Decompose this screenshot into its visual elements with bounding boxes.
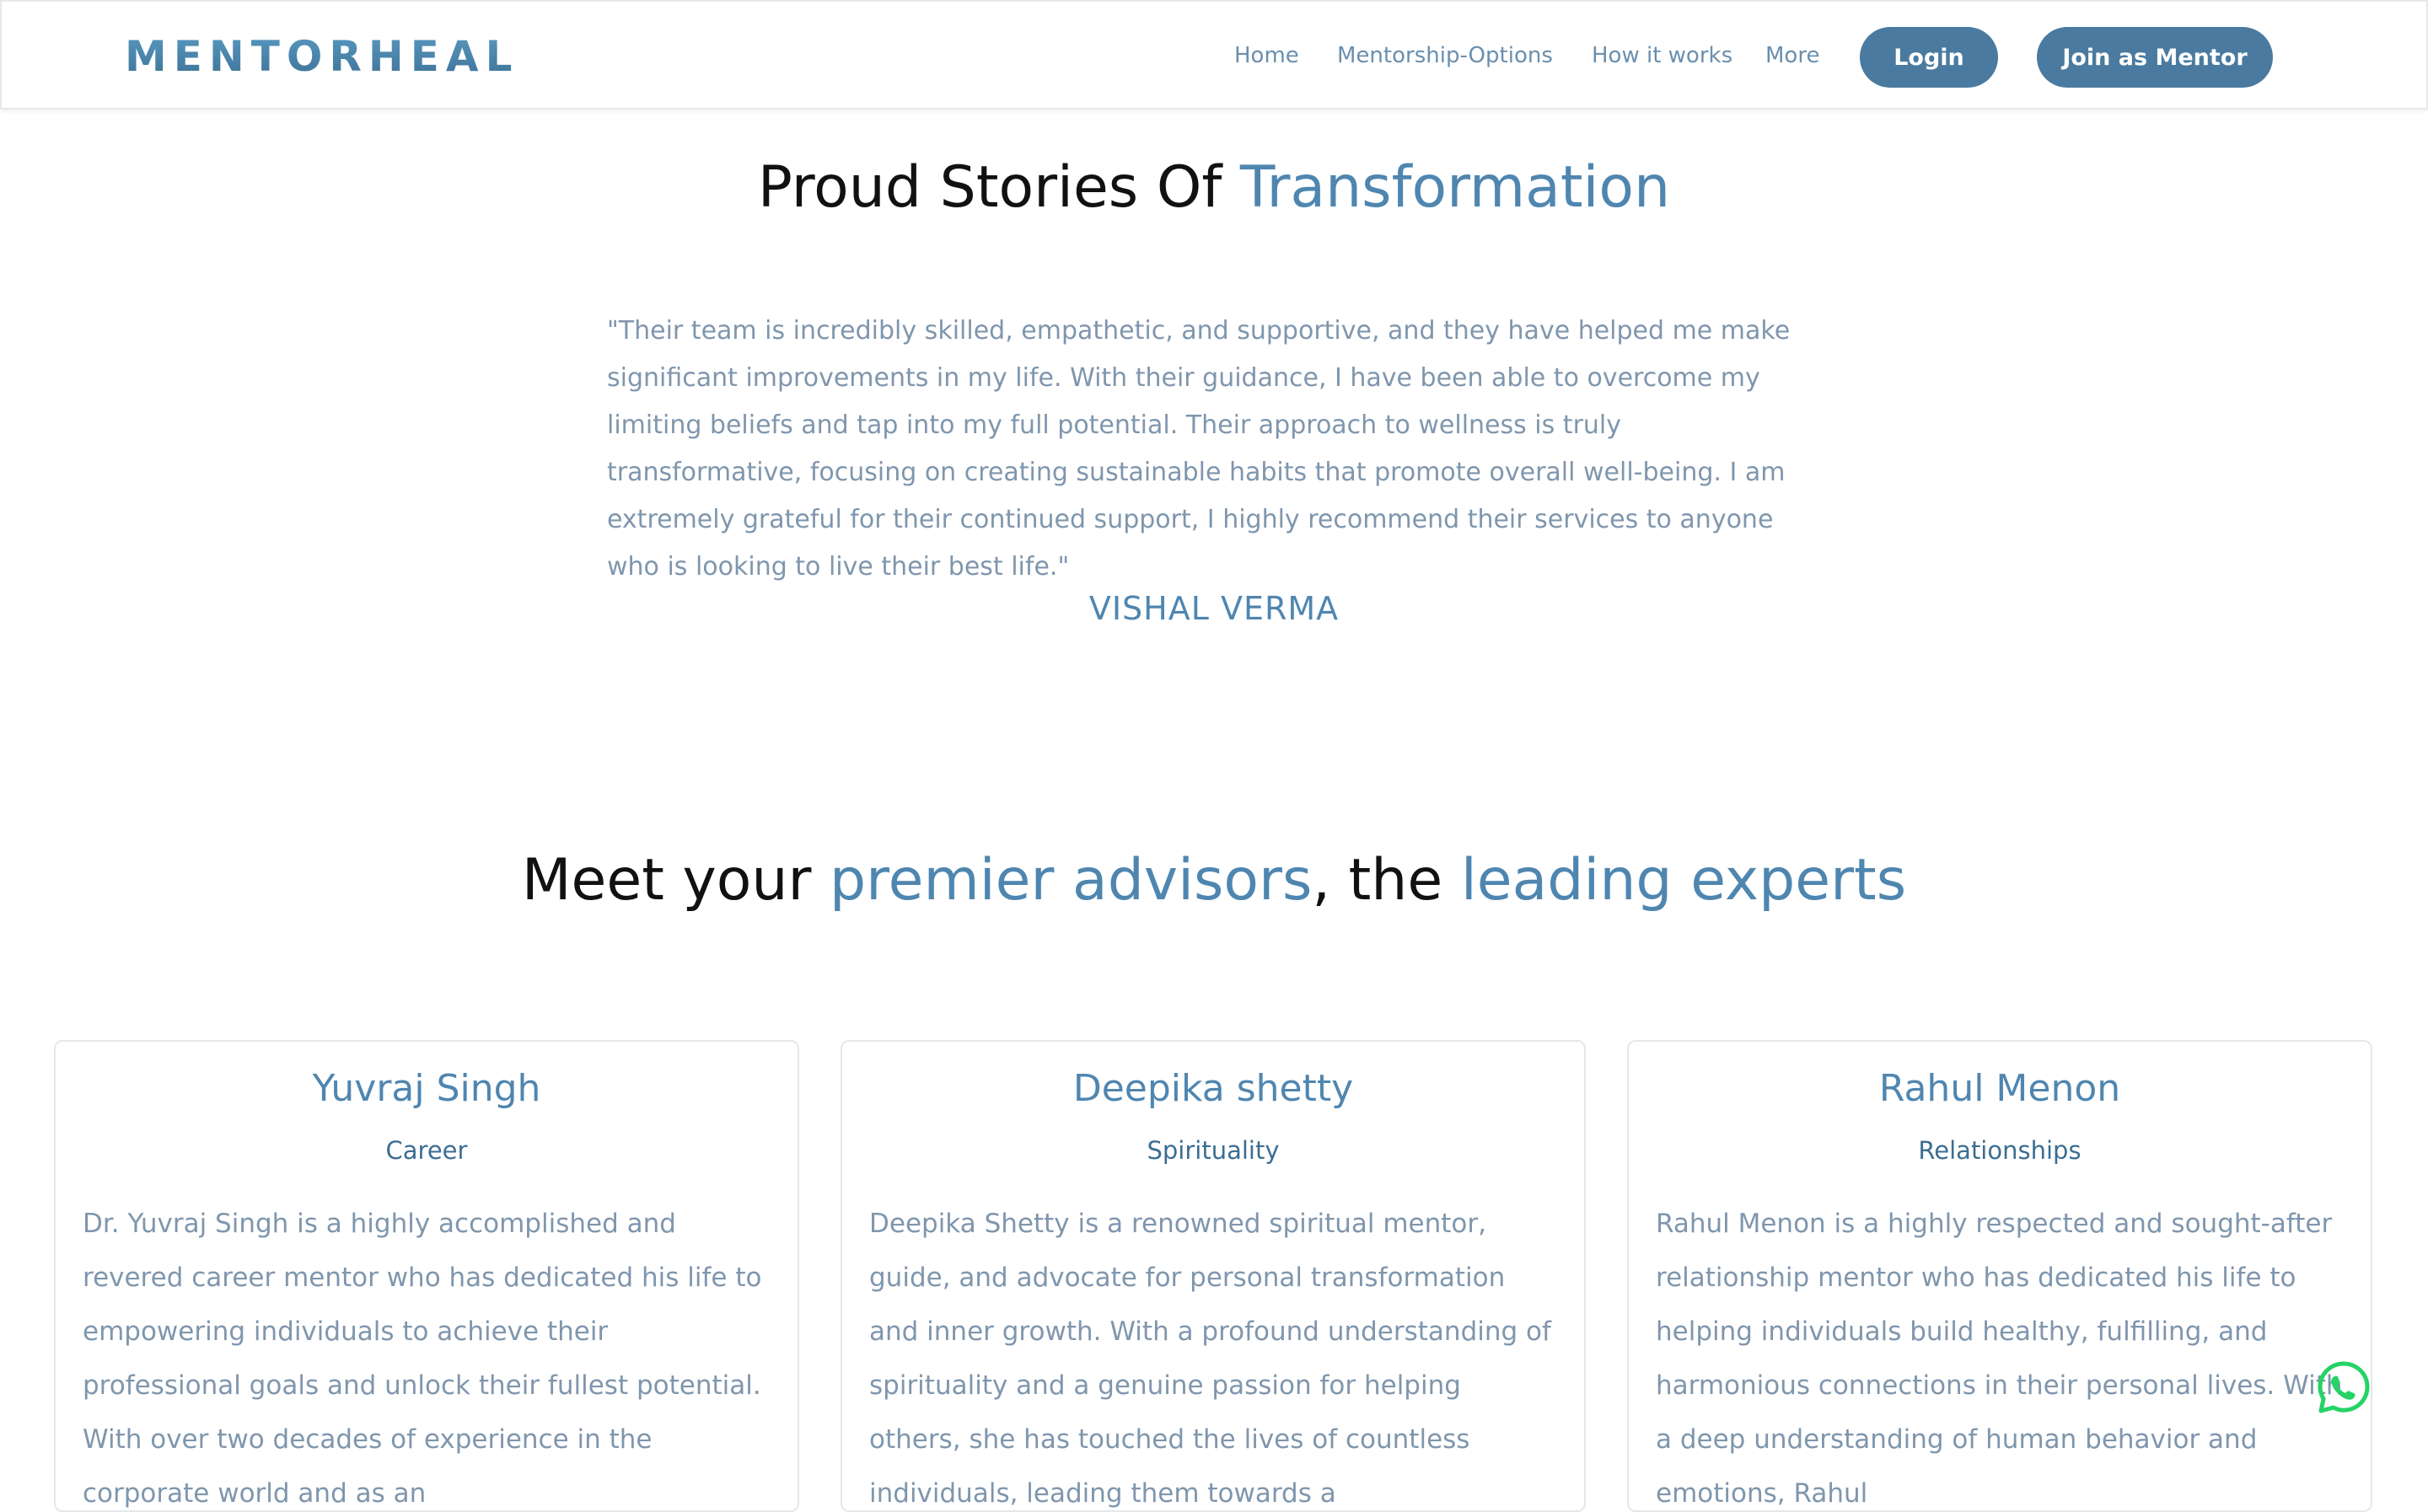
nav-link-mentorship-options[interactable]: Mentorship-Options	[1337, 39, 1553, 72]
advisor-name[interactable]: Rahul Menon	[1629, 1067, 2371, 1110]
advisor-category: Career	[385, 1136, 468, 1165]
testimonials-title: Proud Stories Of Transformation	[0, 150, 2428, 226]
testimonials-title-main: Proud Stories Of	[757, 154, 1240, 221]
login-button[interactable]: Login	[1860, 27, 1998, 88]
advisors-title: Meet your premier advisors, the leading …	[0, 843, 2428, 919]
join-as-mentor-button[interactable]: Join as Mentor	[2037, 27, 2273, 88]
testimonials-title-accent: Transformation	[1239, 154, 1671, 221]
advisor-name[interactable]: Yuvraj Singh	[56, 1067, 798, 1110]
nav-link-how-it-works[interactable]: How it works	[1592, 39, 1732, 72]
advisor-name[interactable]: Deepika shetty	[842, 1067, 1584, 1110]
advisor-bio: Deepika Shetty is a renowned spiritual m…	[869, 1209, 1551, 1509]
top-navbar: MENTORHEAL Home Mentorship-Options How i…	[0, 0, 2428, 110]
whatsapp-icon[interactable]	[2317, 1360, 2371, 1414]
nav-link-more[interactable]: More	[1765, 39, 1819, 72]
advisors-title-part1: Meet your	[521, 847, 830, 914]
advisor-category: Relationships	[1918, 1136, 2082, 1165]
advisor-category: Spirituality	[1147, 1136, 1280, 1165]
advisor-card[interactable]: Rahul Menon Relationships Rahul Menon is…	[1627, 1040, 2372, 1512]
advisor-card[interactable]: Deepika shetty Spirituality Deepika Shet…	[841, 1040, 1586, 1512]
logo[interactable]: MENTORHEAL	[125, 27, 518, 86]
advisor-bio: Rahul Menon is a highly respected and so…	[1656, 1209, 2343, 1509]
nav-link-home[interactable]: Home	[1234, 39, 1299, 72]
advisor-card[interactable]: Yuvraj Singh Career Dr. Yuvraj Singh is …	[54, 1040, 799, 1512]
testimonial-author: VISHAL VERMA	[1088, 590, 1340, 627]
advisors-title-accent2: leading experts	[1460, 847, 1907, 914]
advisor-bio: Dr. Yuvraj Singh is a highly accomplishe…	[83, 1209, 762, 1509]
advisors-title-accent1: premier advisors	[830, 847, 1313, 914]
testimonial-quote: "Their team is incredibly skilled, empat…	[607, 316, 1791, 582]
advisors-title-part2: , the	[1312, 847, 1461, 914]
